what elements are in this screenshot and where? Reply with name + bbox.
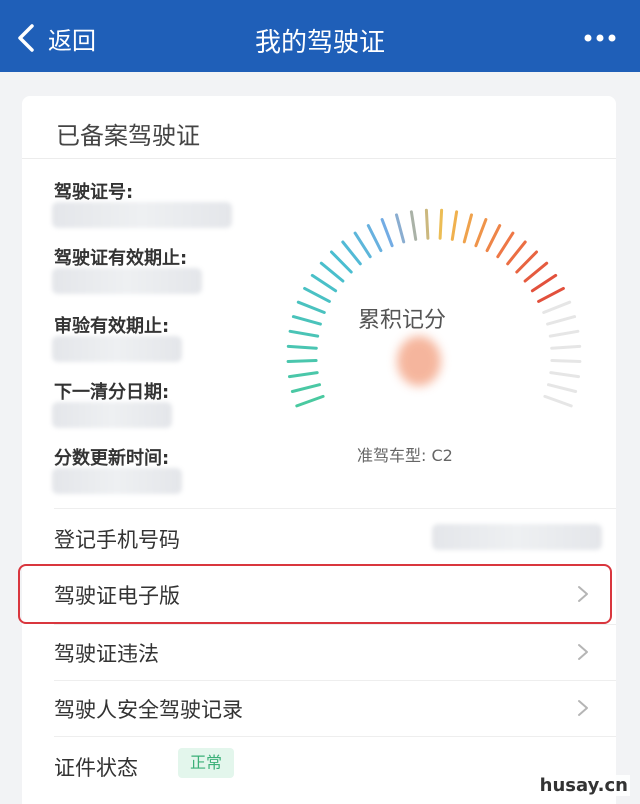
next-clear-date-label: 下一清分日期: bbox=[54, 382, 170, 403]
menu-item-label: 驾驶证电子版 bbox=[54, 584, 180, 608]
status-badge: 正常 bbox=[178, 748, 234, 778]
gauge-tick bbox=[543, 394, 573, 408]
gauge-tick bbox=[353, 231, 372, 259]
divider bbox=[54, 736, 616, 737]
license-number-label: 驾驶证号: bbox=[54, 182, 134, 203]
menu-item-safe-driving-record[interactable]: 驾驶人安全驾驶记录 bbox=[22, 680, 616, 736]
gauge-tick bbox=[462, 213, 473, 244]
menu-item-e-license[interactable]: 驾驶证电子版 bbox=[22, 566, 616, 622]
menu-item-label: 驾驶证违法 bbox=[54, 642, 159, 666]
gauge-tick bbox=[366, 224, 383, 253]
gauge-tick bbox=[515, 250, 538, 274]
menu-item-violations[interactable]: 驾驶证违法 bbox=[22, 624, 616, 680]
card-title: 已备案驾驶证 bbox=[56, 122, 200, 150]
gauge-tick bbox=[409, 210, 418, 241]
page-title: 我的驾驶证 bbox=[254, 28, 385, 58]
gauge-tick bbox=[523, 261, 549, 283]
gauge-tick bbox=[424, 208, 430, 240]
gauge-tick bbox=[310, 273, 338, 293]
gauge-tick bbox=[286, 359, 318, 363]
gauge-tick bbox=[550, 359, 582, 363]
more-dots-icon bbox=[584, 34, 616, 42]
chevron-right-icon bbox=[578, 700, 588, 716]
next-clear-date-value-redacted bbox=[52, 402, 172, 428]
gauge-tick bbox=[380, 218, 394, 248]
score-value-redacted bbox=[397, 336, 441, 386]
more-button[interactable] bbox=[582, 28, 618, 48]
gauge-tick bbox=[496, 231, 515, 259]
status-label: 证件状态 bbox=[54, 756, 138, 780]
gauge-label: 累积记分 bbox=[357, 308, 446, 333]
gauge-tick bbox=[288, 371, 319, 379]
gauge-tick bbox=[395, 213, 406, 244]
gauge-tick bbox=[296, 300, 326, 314]
chevron-right-icon bbox=[578, 586, 588, 602]
gauge-tick bbox=[341, 240, 362, 266]
top-nav-bar: 返回 我的驾驶证 bbox=[0, 0, 640, 72]
gauge-tick bbox=[537, 286, 565, 303]
gauge-tick bbox=[295, 394, 325, 408]
license-expiry-label: 驾驶证有效期止: bbox=[54, 248, 188, 269]
gauge-tick bbox=[542, 300, 572, 314]
chevron-right-icon bbox=[578, 644, 588, 660]
gauge-tick bbox=[549, 371, 580, 379]
review-expiry-label: 审验有效期止: bbox=[54, 316, 170, 337]
divider bbox=[22, 158, 616, 159]
phone-label: 登记手机号码 bbox=[54, 528, 180, 552]
gauge-tick bbox=[548, 329, 580, 338]
license-number-value-redacted bbox=[52, 202, 232, 228]
chevron-left-icon bbox=[18, 24, 34, 52]
review-expiry-value-redacted bbox=[52, 336, 182, 362]
gauge-tick bbox=[438, 208, 444, 240]
gauge-tick bbox=[288, 329, 320, 338]
gauge-tick bbox=[506, 240, 527, 266]
back-label: 返回 bbox=[48, 26, 96, 55]
menu-item-label: 驾驶人安全驾驶记录 bbox=[54, 698, 243, 722]
divider bbox=[54, 508, 616, 509]
gauge-tick bbox=[291, 315, 322, 326]
gauge-tick bbox=[450, 210, 459, 241]
gauge-tick bbox=[330, 250, 353, 274]
gauge-tick bbox=[485, 224, 502, 253]
gauge-tick bbox=[530, 273, 558, 293]
gauge-tick bbox=[290, 383, 321, 393]
license-expiry-value-redacted bbox=[52, 268, 202, 294]
gauge-tick bbox=[474, 218, 488, 248]
gauge-tick bbox=[547, 383, 578, 393]
watermark: husay.cn bbox=[537, 775, 630, 796]
points-gauge bbox=[286, 208, 582, 408]
phone-value-redacted bbox=[432, 524, 602, 550]
gauge-tick bbox=[319, 261, 345, 283]
vehicle-type: 准驾车型: C2 bbox=[357, 446, 453, 465]
gauge-tick bbox=[550, 344, 582, 350]
gauge-tick bbox=[286, 344, 318, 350]
score-update-time-value-redacted bbox=[52, 468, 182, 494]
back-button[interactable]: 返回 bbox=[14, 18, 96, 58]
score-update-time-label: 分数更新时间: bbox=[54, 448, 170, 469]
gauge-tick bbox=[546, 315, 577, 326]
license-card: 已备案驾驶证 驾驶证号: 驾驶证有效期止: 审验有效期止: 下一清分日期: 分数… bbox=[18, 96, 616, 804]
gauge-tick bbox=[303, 286, 331, 303]
phone-row: 登记手机号码 bbox=[22, 510, 616, 566]
